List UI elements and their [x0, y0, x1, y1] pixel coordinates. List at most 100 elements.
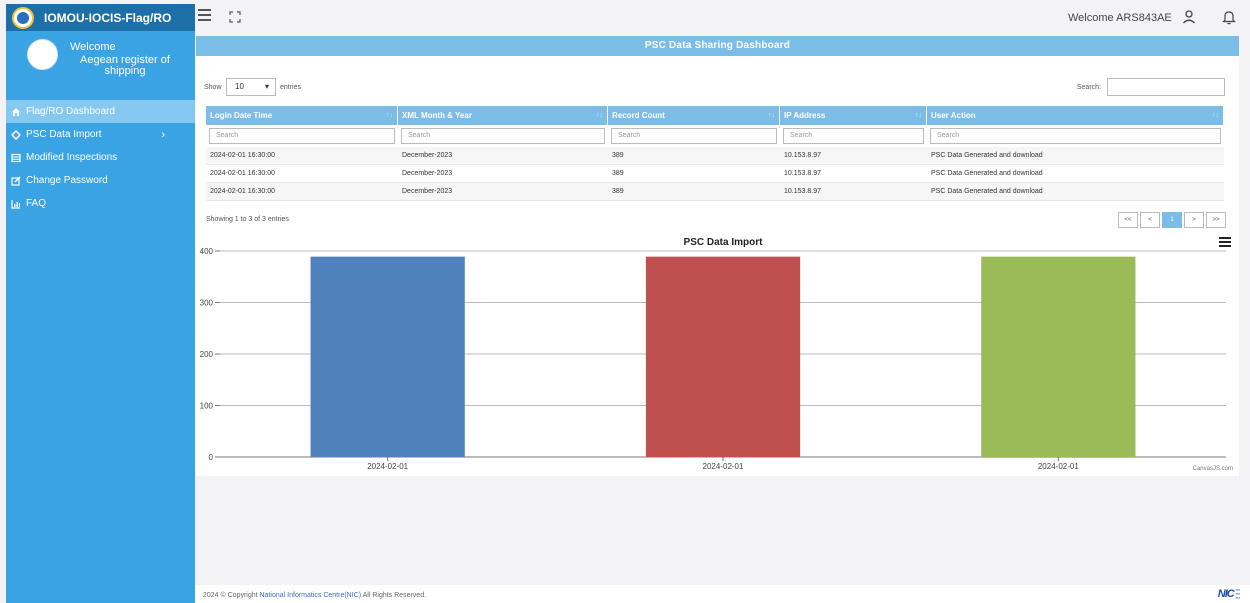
sidebar-item-label: Modified Inspections: [26, 152, 118, 163]
sort-icon: ↑↓: [386, 112, 393, 119]
company-avatar: [27, 39, 58, 70]
sort-icon: ↑↓: [915, 112, 922, 119]
cell-xml-month-year: December-2023: [402, 152, 453, 159]
cell-login-date-time: 2024-02-01 16:30:00: [210, 170, 275, 177]
chart-bar: [310, 256, 465, 457]
sidebar: IOMOU-IOCIS-Flag/RO Welcome Aegean regis…: [6, 4, 195, 603]
app-title[interactable]: IOMOU-IOCIS-Flag/RO: [44, 11, 171, 25]
next-page-button[interactable]: >: [1184, 212, 1204, 228]
sort-icon: ↑↓: [596, 112, 603, 119]
cell-login-date-time: 2024-02-01 16:30:00: [210, 188, 275, 195]
sidebar-item-modified-inspections[interactable]: Modified Inspections: [6, 146, 195, 169]
chart-credit[interactable]: CanvasJS.com: [1193, 466, 1233, 472]
table-header: Login Date Time ↑↓ XML Month & Year ↑↓ Rec…: [206, 106, 1224, 125]
entries-select-value: 10: [235, 82, 244, 91]
copyright-suffix: All Rights Reserved.: [361, 592, 427, 599]
nic-logo: NIC ▪▪▪ ▪▪▪ ▪▪▪: [1218, 587, 1240, 601]
entries-select[interactable]: 10 ▾: [226, 78, 276, 96]
search-input[interactable]: [1107, 78, 1225, 96]
cell-record-count: 389: [612, 170, 624, 177]
sidebar-nav: Flag/RO Dashboard PSC Data Import › Modi…: [6, 100, 195, 215]
fullscreen-icon[interactable]: [229, 10, 241, 23]
filter-xml-month-year[interactable]: Search: [401, 128, 605, 144]
chart-menu-icon[interactable]: [1219, 237, 1231, 247]
nic-link[interactable]: National Informatics Centre(NIC): [260, 592, 362, 599]
chevron-right-icon: ›: [161, 128, 165, 141]
table-row[interactable]: 2024-02-01 16:30:00 December-2023 389 10…: [206, 147, 1224, 165]
list-icon: [10, 152, 21, 163]
sidebar-item-psc-data-import[interactable]: PSC Data Import ›: [6, 123, 195, 146]
y-tick-label: 0: [209, 453, 214, 462]
column-header-xml-month-year[interactable]: XML Month & Year ↑↓: [398, 106, 608, 125]
column-label: Login Date Time: [210, 111, 273, 120]
data-table: Login Date Time ↑↓ XML Month & Year ↑↓ Rec…: [206, 106, 1224, 201]
sidebar-item-label: FAQ: [26, 198, 47, 209]
sort-icon: ↑↓: [768, 112, 775, 119]
y-tick-label: 300: [200, 299, 214, 308]
user-welcome: Welcome: [70, 41, 116, 53]
x-tick-label: 2024-02-01: [1038, 462, 1079, 471]
filter-login-date-time[interactable]: Search: [209, 128, 395, 144]
column-label: Record Count: [612, 111, 665, 120]
footer: 2024 © Copyright National Informatics Ce…: [195, 585, 1250, 603]
bell-icon[interactable]: [1222, 9, 1236, 25]
chart-bar: [981, 256, 1136, 457]
sidebar-item-label: PSC Data Import: [26, 129, 102, 140]
psc-data-import-chart: PSC Data Import 0 100 200 300 400 2024-02-01 20…: [196, 233, 1239, 476]
cell-xml-month-year: December-2023: [402, 188, 453, 195]
chart-bar: [645, 256, 801, 457]
column-header-user-action[interactable]: User Action ↑↓: [927, 106, 1224, 125]
copyright-text: 2024 © Copyright National Informatics Ce…: [203, 592, 426, 599]
welcome-user-text: Welcome ARS843AE: [1068, 12, 1172, 24]
last-page-button[interactable]: >>: [1206, 212, 1226, 228]
column-header-record-count[interactable]: Record Count ↑↓: [608, 106, 780, 125]
pagination: << < 1 > >>: [1116, 212, 1226, 228]
edit-icon: [10, 175, 21, 186]
chart-canvas: PSC Data Import 0 100 200 300 400 2024-02-01 20…: [200, 237, 1226, 471]
dashboard-banner: PSC Data Sharing Dashboard: [196, 36, 1239, 56]
cell-user-action: PSC Data Generated and download: [931, 170, 1043, 177]
top-bar: Welcome ARS843AE: [195, 4, 1250, 31]
filter-user-action[interactable]: Search: [930, 128, 1221, 144]
show-label: Show: [204, 84, 222, 91]
table-row[interactable]: 2024-02-01 16:30:00 December-2023 389 10…: [206, 165, 1224, 183]
y-tick-label: 100: [200, 402, 214, 411]
table-row[interactable]: 2024-02-01 16:30:00 December-2023 389 10…: [206, 183, 1224, 201]
prev-page-button[interactable]: <: [1140, 212, 1160, 228]
company-name: Aegean register of shipping: [80, 54, 170, 77]
nic-logo-text: ▪▪▪ ▪▪▪ ▪▪▪: [1235, 587, 1240, 600]
home-icon: [10, 106, 21, 117]
sort-icon: ↑↓: [1212, 112, 1219, 119]
chart-title: PSC Data Import: [684, 237, 764, 248]
menu-icon[interactable]: [198, 9, 211, 23]
user-panel: Welcome Aegean register of shipping: [6, 31, 195, 95]
dashboard-panel: PSC Data Sharing Dashboard Show 10 ▾ ent…: [196, 36, 1239, 476]
column-header-ip-address[interactable]: IP Address ↑↓: [780, 106, 927, 125]
user-icon[interactable]: [1182, 9, 1196, 25]
column-label: XML Month & Year: [402, 111, 472, 120]
diamond-icon: [10, 129, 21, 140]
copyright-prefix: 2024 © Copyright: [203, 592, 260, 599]
column-label: IP Address: [784, 111, 826, 120]
first-page-button[interactable]: <<: [1118, 212, 1138, 228]
sidebar-item-faq[interactable]: FAQ: [6, 192, 195, 215]
x-tick-label: 2024-02-01: [703, 462, 744, 471]
filter-record-count[interactable]: Search: [611, 128, 777, 144]
page-1-button[interactable]: 1: [1162, 212, 1182, 228]
y-tick-label: 400: [200, 247, 214, 256]
sidebar-item-change-password[interactable]: Change Password: [6, 169, 195, 192]
table-info: Showing 1 to 3 of 3 entries: [206, 216, 289, 223]
cell-record-count: 389: [612, 152, 624, 159]
cell-record-count: 389: [612, 188, 624, 195]
column-header-login-date-time[interactable]: Login Date Time ↑↓: [206, 106, 398, 125]
cell-user-action: PSC Data Generated and download: [931, 152, 1043, 159]
cell-login-date-time: 2024-02-01 16:30:00: [210, 152, 275, 159]
table-controls: Show 10 ▾ entries Search:: [204, 78, 1225, 98]
filter-ip-address[interactable]: Search: [783, 128, 924, 144]
cell-ip-address: 10.153.8.97: [784, 188, 821, 195]
x-tick-label: 2024-02-01: [367, 462, 408, 471]
sidebar-item-flag-ro-dashboard[interactable]: Flag/RO Dashboard: [6, 100, 195, 123]
cell-user-action: PSC Data Generated and download: [931, 188, 1043, 195]
sidebar-header: IOMOU-IOCIS-Flag/RO: [6, 4, 195, 31]
sidebar-item-label: Change Password: [26, 175, 108, 186]
